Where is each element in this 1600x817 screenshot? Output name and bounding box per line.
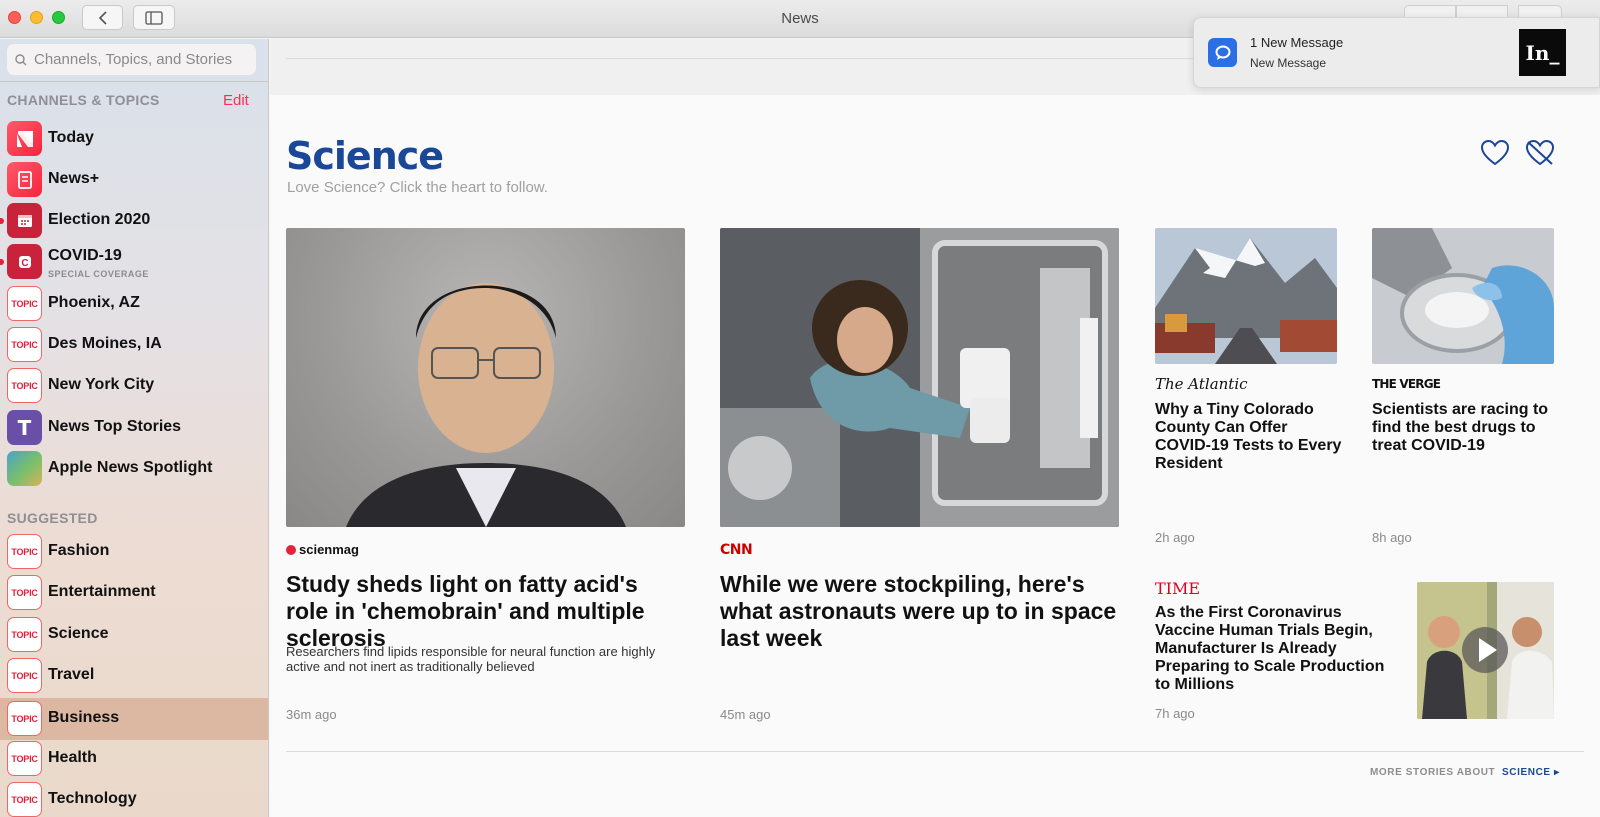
sidebar-item-health[interactable]: TOPIC Health [0, 738, 268, 779]
sidebar-item-technology[interactable]: TOPIC Technology [0, 779, 268, 817]
topic-badge: TOPIC [7, 286, 42, 321]
sidebar-item-news-plus[interactable]: News+ [0, 159, 268, 200]
block-heart-icon[interactable] [1525, 139, 1555, 167]
channels-header: CHANNELS & TOPICS [7, 92, 160, 108]
scienmag-logo-icon [286, 544, 296, 555]
sidebar-item-des-moines[interactable]: TOPIC Des Moines, IA [0, 324, 268, 365]
ballot-icon [7, 203, 42, 238]
sidebar-item-label: News Top Stories [48, 418, 182, 435]
topic-badge: TOPIC [7, 617, 42, 652]
top-stories-icon: T [7, 410, 42, 445]
notification-logo: In_ [1519, 29, 1566, 76]
story-headline[interactable]: Study sheds light on fatty acid's role i… [286, 571, 686, 652]
sidebar-item-label: Des Moines, IA [48, 335, 162, 352]
apple-news-icon [7, 121, 42, 156]
unread-dot [0, 218, 4, 224]
story-image-scienmag[interactable] [286, 228, 685, 527]
notification-body: New Message [1250, 56, 1327, 70]
sidebar-item-label: News+ [48, 170, 100, 187]
sidebar-item-new-york-city[interactable]: TOPIC New York City [0, 365, 268, 406]
topic-badge: TOPIC [7, 575, 42, 610]
message-bubble-icon [1208, 38, 1237, 67]
topic-badge: TOPIC [7, 658, 42, 693]
spotlight-icon [7, 451, 42, 486]
sidebar-item-label: Election 2020 [48, 211, 151, 228]
story-source[interactable]: TIME [1155, 579, 1200, 598]
sidebar-item-entertainment[interactable]: TOPIC Entertainment [0, 572, 268, 613]
story-time: 2h ago [1155, 530, 1195, 545]
sidebar-item-today[interactable]: Today [0, 118, 268, 159]
follow-heart-icon[interactable] [1480, 139, 1510, 167]
story-source[interactable]: THE VERGE [1372, 377, 1441, 391]
sidebar-item-label: COVID-19 [48, 247, 122, 264]
search-placeholder: Channels, Topics, and Stories [34, 51, 233, 68]
news-plus-icon [7, 162, 42, 197]
sidebar-item-label: Phoenix, AZ [48, 294, 140, 311]
covid-icon: C [7, 244, 42, 279]
topic-badge: TOPIC [7, 534, 42, 569]
story-headline[interactable]: Why a Tiny Colorado County Can Offer COV… [1155, 401, 1345, 473]
sidebar-item-label: Science [48, 625, 109, 642]
story-image-verge[interactable] [1372, 228, 1554, 364]
search-icon [15, 53, 27, 65]
topic-badge: TOPIC [7, 701, 42, 736]
sidebar-item-news-top-stories[interactable]: T News Top Stories [0, 407, 268, 448]
sidebar-item-science[interactable]: TOPIC Science [0, 614, 268, 655]
story-headline[interactable]: Scientists are racing to find the best d… [1372, 401, 1562, 455]
sidebar-divider [0, 81, 268, 82]
story-source[interactable]: CNN [720, 542, 753, 558]
page-title: Science [286, 134, 444, 178]
sidebar-item-business[interactable]: TOPIC Business [0, 698, 268, 740]
story-headline[interactable]: As the First Coronavirus Vaccine Human T… [1155, 604, 1400, 694]
sidebar-item-fashion[interactable]: TOPIC Fashion [0, 531, 268, 572]
sidebar-item-phoenix[interactable]: TOPIC Phoenix, AZ [0, 283, 268, 324]
story-video-time[interactable] [1417, 582, 1554, 719]
story-image-cnn[interactable] [720, 228, 1119, 527]
notification-banner[interactable]: 1 New Message New Message In_ [1193, 17, 1600, 88]
sidebar: Channels, Topics, and Stories CHANNELS &… [0, 39, 269, 817]
story-source[interactable]: scienmag [286, 542, 359, 557]
sidebar-item-label: Apple News Spotlight [48, 459, 213, 476]
story-time: 36m ago [286, 707, 337, 722]
sidebar-item-election-2020[interactable]: Election 2020 [0, 200, 268, 241]
svg-text:C: C [21, 258, 28, 269]
main-content: Science Love Science? Click the heart to… [270, 39, 1600, 817]
sidebar-item-label: New York City [48, 376, 155, 393]
sidebar-item-label: Technology [48, 790, 137, 807]
sidebar-item-covid-19[interactable]: C COVID-19 SPECIAL COVERAGE [0, 241, 268, 282]
story-headline[interactable]: While we were stockpiling, here's what a… [720, 571, 1120, 652]
sidebar-item-label: Fashion [48, 542, 110, 559]
sidebar-item-sublabel: SPECIAL COVERAGE [48, 269, 149, 279]
story-time: 45m ago [720, 707, 771, 722]
search-field[interactable]: Channels, Topics, and Stories [7, 44, 256, 75]
story-source[interactable]: The Atlantic [1155, 375, 1248, 393]
edit-button[interactable]: Edit [223, 92, 249, 109]
story-image-atlantic[interactable] [1155, 228, 1337, 364]
notification-title: 1 New Message [1250, 35, 1344, 50]
topic-badge: TOPIC [7, 368, 42, 403]
suggested-header: SUGGESTED [7, 510, 98, 526]
topic-badge: TOPIC [7, 327, 42, 362]
story-time: 7h ago [1155, 706, 1195, 721]
topic-badge: TOPIC [7, 741, 42, 776]
sidebar-item-label: Entertainment [48, 583, 156, 600]
page-subtitle: Love Science? Click the heart to follow. [287, 179, 548, 196]
chevron-right-icon: ▸ [1554, 767, 1560, 778]
sidebar-item-label: Today [48, 129, 94, 146]
sidebar-item-label: Travel [48, 666, 95, 683]
story-description: Researchers find lipids responsible for … [286, 644, 656, 674]
story-time: 8h ago [1372, 530, 1412, 545]
sidebar-item-label: Health [48, 749, 97, 766]
section-divider [286, 751, 1584, 752]
topic-badge: TOPIC [7, 782, 42, 817]
sidebar-item-label: Business [48, 709, 120, 726]
sidebar-item-travel[interactable]: TOPIC Travel [0, 655, 268, 696]
sidebar-item-apple-news-spotlight[interactable]: Apple News Spotlight [0, 448, 268, 489]
unread-dot [0, 259, 4, 265]
more-stories-link[interactable]: MORE STORIES ABOUT SCIENCE ▸ [1370, 767, 1560, 778]
